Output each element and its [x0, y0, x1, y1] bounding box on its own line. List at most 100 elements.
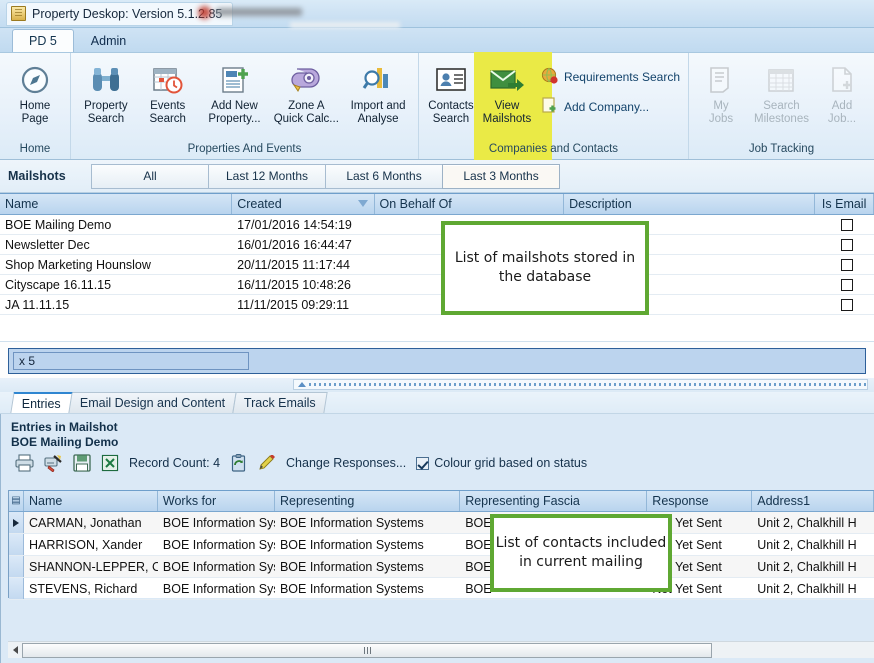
cell-representing: BOE Information Systems [279, 559, 424, 574]
column-header-name[interactable]: Name [24, 491, 158, 511]
colour-grid-checkbox[interactable]: Colour grid based on status [416, 456, 587, 470]
save-icon[interactable] [73, 454, 91, 472]
table-row[interactable]: HARRISON, Xander BOE Information Syste B… [9, 534, 874, 556]
events-search-button[interactable]: Events Search [137, 57, 199, 126]
redacted-secondary [290, 22, 400, 28]
cell-is-email[interactable] [815, 255, 874, 274]
row-selector[interactable] [9, 578, 25, 599]
import-and-analyse-button[interactable]: Import and Analyse [342, 57, 414, 126]
globe-pin-icon [541, 67, 558, 87]
view-mailshots-button[interactable]: View Mailshots [479, 57, 535, 126]
search-milestones-button[interactable]: Search Milestones [749, 57, 814, 126]
property-search-button[interactable]: Property Search [75, 57, 137, 126]
table-row[interactable]: JA 11.11.15 11/11/2015 09:29:11 [0, 295, 874, 315]
redacted-label [216, 8, 302, 16]
cell-name: HARRISON, Xander [29, 537, 143, 552]
collapse-up-icon[interactable] [298, 382, 306, 387]
column-header-response[interactable]: Response [647, 491, 753, 511]
cell-is-email[interactable] [815, 215, 874, 234]
property-search-label: Property Search [84, 100, 128, 125]
table-row[interactable]: Newsletter Dec 16/01/2016 16:44:47 [0, 235, 874, 255]
ribbon-tab-pd5[interactable]: PD 5 [12, 29, 74, 52]
row-selector[interactable] [9, 512, 25, 533]
summary-count-field[interactable]: x 5 [13, 352, 249, 370]
my-jobs-button[interactable]: My Jobs [693, 57, 749, 126]
filter-last-6-months-button[interactable]: Last 6 Months [325, 163, 443, 189]
tab-email-design-and-content[interactable]: Email Design and Content [68, 392, 237, 413]
checkbox-icon[interactable] [841, 298, 854, 311]
pencil-icon[interactable] [258, 455, 276, 471]
column-header-works-for[interactable]: Works for [158, 491, 275, 511]
entries-heading: Entries in Mailshot [11, 420, 118, 434]
column-header-on-behalf-of[interactable]: On Behalf Of [375, 194, 565, 214]
contacts-search-label: Contacts Search [428, 100, 474, 125]
print-icon[interactable] [15, 454, 34, 472]
filter-all-button[interactable]: All [91, 163, 209, 189]
entries-toolbar: Record Count: 4 Change Responses... Colo… [1, 450, 874, 476]
scroll-left-arrow-icon[interactable] [8, 643, 22, 658]
column-header-name[interactable]: Name [0, 194, 233, 214]
column-header-description[interactable]: Description [564, 194, 816, 214]
checkbox-checked-icon[interactable] [416, 456, 430, 470]
panel-splitter[interactable] [0, 378, 874, 392]
add-job-button[interactable]: Add Job... [814, 57, 870, 126]
cell-is-email[interactable] [815, 235, 874, 254]
zone-a-quick-calc-label: Zone A Quick Calc... [273, 100, 339, 125]
cell-name: JA 11.11.15 [5, 297, 70, 312]
cell-name: BOE Mailing Demo [5, 217, 112, 232]
table-row[interactable]: BOE Mailing Demo 17/01/2016 14:54:19 [0, 215, 874, 235]
column-header-representing-fascia[interactable]: Representing Fascia [460, 491, 648, 511]
cell-is-email[interactable] [815, 275, 874, 294]
home-page-button[interactable]: Home Page [4, 57, 66, 126]
row-selector[interactable] [9, 556, 25, 577]
change-responses-label[interactable]: Change Responses... [286, 456, 406, 470]
redacted-user-badge [198, 2, 328, 22]
column-header-created[interactable]: Created [232, 194, 375, 214]
tab-entries[interactable]: Entries [10, 392, 73, 413]
add-new-property-button[interactable]: Add New Property... [199, 57, 271, 126]
cell-name: SHANNON-LEPPER, C [29, 559, 158, 574]
view-mailshots-label: View Mailshots [482, 100, 532, 125]
refresh-clipboard-icon[interactable] [230, 454, 248, 472]
tab-track-emails[interactable]: Track Emails [232, 392, 328, 413]
splitter-handle[interactable] [293, 379, 868, 390]
print-setup-icon[interactable] [44, 454, 63, 472]
title-bar: Property Deskop: Version 5.1.2.85 [0, 0, 874, 28]
table-row[interactable]: CARMAN, Jonathan BOE Information Syste B… [9, 512, 874, 534]
row-selector-header[interactable]: ▤ [9, 491, 24, 511]
column-header-is-email[interactable]: Is Email [815, 194, 874, 214]
table-row[interactable]: SHANNON-LEPPER, C BOE Information Syste … [9, 556, 874, 578]
row-selector[interactable] [9, 534, 25, 555]
filter-last-12-months-button[interactable]: Last 12 Months [208, 163, 326, 189]
column-header-representing[interactable]: Representing [275, 491, 461, 511]
sort-descending-icon [357, 200, 368, 207]
mailshots-title: Mailshots [8, 169, 66, 183]
zone-a-quick-calc-button[interactable]: Zone A Quick Calc... [270, 57, 342, 126]
table-row[interactable]: Shop Marketing Hounslow 20/11/2015 11:17… [0, 255, 874, 275]
horizontal-scrollbar[interactable] [8, 641, 874, 658]
cell-created: 16/11/2015 10:48:26 [237, 277, 351, 292]
scrollbar-thumb[interactable] [22, 642, 712, 658]
checkbox-icon[interactable] [841, 218, 854, 231]
checkbox-icon[interactable] [841, 238, 854, 251]
redacted-avatar-icon [198, 5, 211, 19]
mailshots-grid: Name Created On Behalf Of Description Is… [0, 193, 874, 324]
annotation-mailshots-list: List of mailshots stored in the database [441, 221, 649, 315]
export-excel-icon[interactable] [101, 454, 119, 472]
mailshots-grid-body: BOE Mailing Demo 17/01/2016 14:54:19 New… [0, 215, 874, 315]
tab-entries-label: Entries [21, 397, 61, 411]
cell-address1: Unit 2, Chalkhill H [757, 581, 857, 596]
table-row[interactable]: STEVENS, Richard BOE Information Syste B… [9, 578, 874, 600]
ribbon-tab-admin[interactable]: Admin [74, 29, 143, 52]
table-row[interactable]: Cityscape 16.11.15 16/11/2015 10:48:26 [0, 275, 874, 295]
checkbox-icon[interactable] [841, 258, 854, 271]
checkbox-icon[interactable] [841, 278, 854, 291]
filter-last-3-months-button[interactable]: Last 3 Months [442, 163, 560, 189]
requirements-search-button[interactable]: Requirements Search [541, 67, 680, 87]
column-header-address1[interactable]: Address1 [752, 491, 874, 511]
cell-is-email[interactable] [815, 295, 874, 314]
add-company-button[interactable]: Add Company... [541, 97, 680, 117]
search-milestones-label: Search Milestones [754, 100, 809, 125]
column-header-created-label: Created [237, 197, 282, 211]
contacts-search-button[interactable]: Contacts Search [423, 57, 479, 126]
